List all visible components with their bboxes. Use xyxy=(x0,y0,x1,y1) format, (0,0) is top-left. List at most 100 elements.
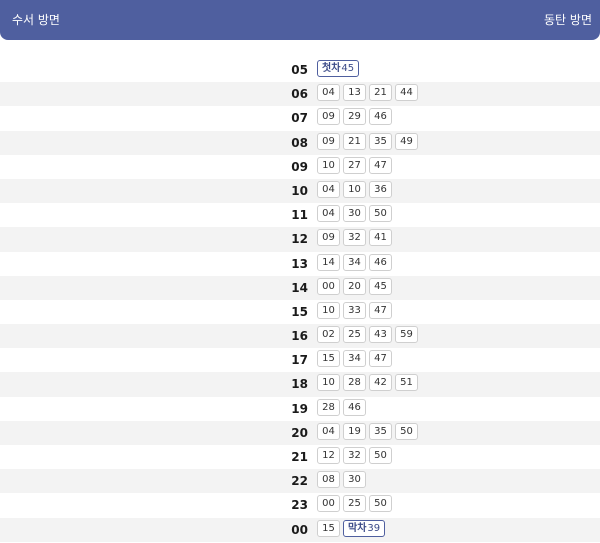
departure-minute-chip[interactable]: 10 xyxy=(317,156,340,174)
departure-minute-chip[interactable]: 47 xyxy=(369,301,392,319)
hour-label: 16 xyxy=(291,329,308,344)
timetable-row: 18 10 28 42 51 xyxy=(0,372,600,397)
departure-minute-chip[interactable]: 10 xyxy=(317,301,340,319)
minute-list: 09 29 46 xyxy=(317,108,392,126)
departure-minute-chip[interactable]: 34 xyxy=(343,253,366,271)
departure-minute-chip[interactable]: 45 xyxy=(369,277,392,295)
departure-minute-chip[interactable]: 04 xyxy=(317,84,340,102)
departure-minute-chip[interactable]: 50 xyxy=(369,447,392,464)
departure-tag: 막차 xyxy=(348,522,367,534)
departure-minute-chip[interactable]: 25 xyxy=(343,326,366,344)
timetable-row: 05 첫차45 xyxy=(0,58,600,82)
timetable-row: 11 04 30 50 xyxy=(0,203,600,227)
special-departure-chip[interactable]: 첫차45 xyxy=(317,60,360,77)
minute-list: 09 32 41 xyxy=(317,229,392,247)
departure-minute-chip[interactable]: 36 xyxy=(369,180,392,198)
departure-minute-chip[interactable]: 42 xyxy=(369,374,392,392)
departure-minute-chip[interactable]: 33 xyxy=(343,301,366,319)
departure-minute-chip[interactable]: 50 xyxy=(369,495,392,513)
departure-minute-chip[interactable]: 41 xyxy=(369,229,392,247)
departure-minute-chip[interactable]: 46 xyxy=(343,398,366,416)
departure-minute-chip[interactable]: 49 xyxy=(395,132,418,150)
timetable-row: 00 15 막차39 xyxy=(0,517,600,542)
direction-dongtan-label[interactable]: 동탄 방면 xyxy=(544,11,592,28)
departure-minute-chip[interactable]: 44 xyxy=(395,84,418,102)
hour-label: 18 xyxy=(291,377,308,392)
departure-minute-chip[interactable]: 59 xyxy=(395,326,418,344)
direction-suseo-label[interactable]: 수서 방면 xyxy=(12,11,60,28)
departure-minute-chip[interactable]: 21 xyxy=(343,132,366,150)
hour-label: 10 xyxy=(291,183,308,198)
hour-label: 20 xyxy=(291,425,308,440)
minute-list: 10 33 47 xyxy=(317,301,392,319)
departure-minute-chip[interactable]: 29 xyxy=(343,108,366,126)
departure-minute-chip[interactable]: 04 xyxy=(317,180,340,198)
special-departure-chip[interactable]: 막차39 xyxy=(343,519,386,537)
departure-minute-chip[interactable]: 50 xyxy=(369,205,392,223)
departure-minute-chip[interactable]: 30 xyxy=(343,205,366,223)
departure-minute-chip[interactable]: 46 xyxy=(369,253,392,271)
departure-minute-chip[interactable]: 32 xyxy=(343,229,366,247)
timetable-row: 17 15 34 47 xyxy=(0,348,600,372)
timetable-row: 07 09 29 46 xyxy=(0,106,600,130)
hour-label: 15 xyxy=(291,304,308,319)
departure-minute-chip[interactable]: 30 xyxy=(343,471,366,489)
minute-list: 09 21 35 49 xyxy=(317,132,418,150)
departure-minute-chip[interactable]: 00 xyxy=(317,277,340,295)
departure-minute-chip[interactable]: 04 xyxy=(317,205,340,223)
departure-minute-chip[interactable]: 10 xyxy=(317,374,340,392)
timetable-row: 20 04 19 35 50 xyxy=(0,420,600,445)
minute-list: 02 25 43 59 xyxy=(317,326,418,344)
departure-minute-chip[interactable]: 12 xyxy=(317,447,340,464)
hour-label: 11 xyxy=(291,208,308,223)
departure-minute-chip[interactable]: 13 xyxy=(343,84,366,102)
timetable-row: 21 12 32 50 xyxy=(0,445,600,469)
departure-minute-chip[interactable]: 28 xyxy=(343,374,366,392)
minute-list: 10 27 47 xyxy=(317,156,392,174)
departure-minute-chip[interactable]: 35 xyxy=(369,422,392,440)
departure-minute-chip[interactable]: 10 xyxy=(343,180,366,198)
departure-minute-chip[interactable]: 19 xyxy=(343,422,366,440)
departure-minute-chip[interactable]: 14 xyxy=(317,253,340,271)
departure-minute-chip[interactable]: 15 xyxy=(317,350,340,368)
minute-list: 12 32 50 xyxy=(317,447,392,464)
departure-minute-chip[interactable]: 46 xyxy=(369,108,392,126)
departure-minute-chip[interactable]: 27 xyxy=(343,156,366,174)
departure-minute-chip[interactable]: 09 xyxy=(317,229,340,247)
timetable-row: 06 04 13 21 44 xyxy=(0,82,600,107)
hour-label: 14 xyxy=(291,280,308,295)
timetable-row: 15 10 33 47 xyxy=(0,300,600,324)
hour-label: 23 xyxy=(291,498,308,513)
departure-minute-chip[interactable]: 02 xyxy=(317,326,340,344)
departure-minute-chip[interactable]: 00 xyxy=(317,495,340,513)
minute-list: 08 30 xyxy=(317,471,366,489)
departure-minute-chip[interactable]: 35 xyxy=(369,132,392,150)
minute-list: 04 19 35 50 xyxy=(317,422,418,440)
hour-label: 06 xyxy=(291,87,308,102)
departure-minute-chip[interactable]: 20 xyxy=(343,277,366,295)
hour-label: 08 xyxy=(291,135,308,150)
departure-minute-chip[interactable]: 32 xyxy=(343,447,366,464)
hour-label: 07 xyxy=(291,111,308,126)
departure-minute-chip[interactable]: 50 xyxy=(395,422,418,440)
departure-minute-chip[interactable]: 08 xyxy=(317,471,340,489)
departure-minute-chip[interactable]: 34 xyxy=(343,350,366,368)
departure-minute-chip[interactable]: 43 xyxy=(369,326,392,344)
timetable-row: 23 00 25 50 xyxy=(0,493,600,517)
hour-label: 17 xyxy=(291,353,308,368)
departure-minute-chip[interactable]: 28 xyxy=(317,398,340,416)
departure-minute-chip[interactable]: 47 xyxy=(369,156,392,174)
departure-minute-chip[interactable]: 51 xyxy=(395,374,418,392)
hour-label: 00 xyxy=(291,522,308,537)
hour-label: 13 xyxy=(291,256,308,271)
departure-minute-chip[interactable]: 09 xyxy=(317,132,340,150)
minute-list: 첫차45 xyxy=(317,60,360,77)
departure-minute-chip[interactable]: 47 xyxy=(369,350,392,368)
minute-list: 10 28 42 51 xyxy=(317,374,418,392)
timetable-row: 10 04 10 36 xyxy=(0,178,600,204)
departure-minute-chip[interactable]: 09 xyxy=(317,108,340,126)
departure-minute-chip[interactable]: 15 xyxy=(317,519,340,537)
departure-minute-chip[interactable]: 25 xyxy=(343,495,366,513)
departure-minute-chip[interactable]: 04 xyxy=(317,422,340,440)
departure-minute-chip[interactable]: 21 xyxy=(369,84,392,102)
